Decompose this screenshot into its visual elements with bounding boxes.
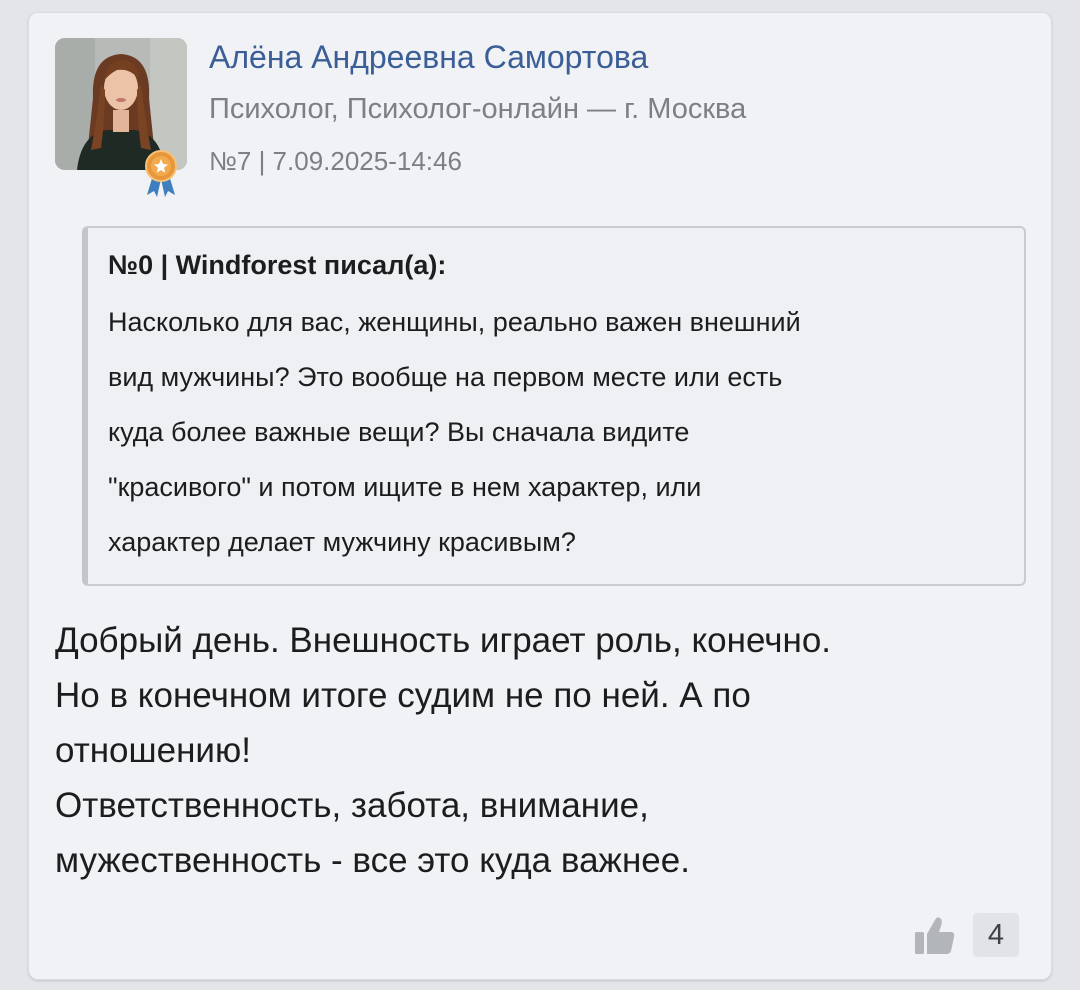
quote-line: куда более важные вещи? Вы сначала видит… [108,417,690,447]
post-body-line: отношению! [55,731,251,770]
post-body-line: мужественность - все это куда важнее. [55,841,690,880]
post-body-line: Добрый день. Внешность играет роль, коне… [55,621,832,660]
author-name-link[interactable]: Алёна Андреевна Самортова [209,39,648,76]
post-body: Добрый день. Внешность играет роль, коне… [55,613,1035,888]
author-role: Психолог, Психолог-онлайн — г. Москва [209,93,747,125]
quote-line: Насколько для вас, женщины, реально важе… [108,307,801,337]
post-body-line: Но в конечном итоге судим не по ней. А п… [55,676,751,715]
post-card: Алёна Андреевна Самортова Психолог, Псих… [28,12,1052,980]
quote-text: Насколько для вас, женщины, реально важе… [108,295,1018,570]
like-count: 4 [973,913,1019,957]
thumbs-up-icon[interactable] [913,914,957,956]
post-body-line: Ответственность, забота, внимание, [55,786,649,825]
like-area: 4 [913,913,1019,957]
post-meta: №7 | 7.09.2025-14:46 [209,146,462,176]
quote-line: "красивого" и потом ищите в нем характер… [108,472,702,502]
quote-line: вид мужчины? Это вообще на первом месте … [108,362,783,392]
quote-block: №0 | Windforest писал(а): Насколько для … [82,226,1026,586]
quote-header: №0 | Windforest писал(а): [108,250,447,280]
award-badge-icon [145,150,177,197]
quote-line: характер делает мужчину красивым? [108,527,576,557]
